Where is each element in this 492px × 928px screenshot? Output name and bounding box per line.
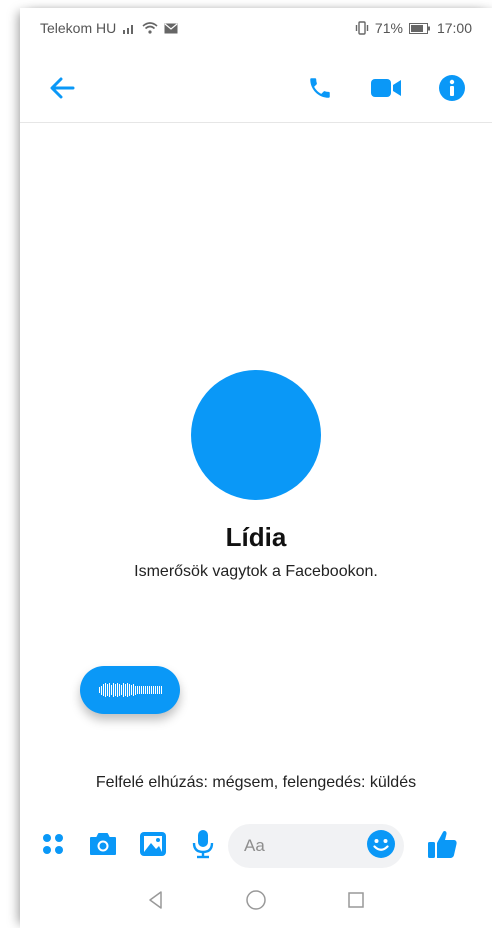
arrow-left-icon	[49, 77, 75, 104]
mail-icon	[164, 23, 178, 34]
call-button[interactable]	[302, 70, 338, 110]
phone-screen: Telekom HU 71% 17:00 Lídia Ismerősök vag…	[20, 8, 492, 928]
recording-hint: Felfelé elhúzás: mégsem, felengedés: kül…	[95, 774, 417, 791]
camera-button[interactable]	[88, 828, 118, 864]
phone-icon	[307, 75, 333, 106]
signal-icon	[122, 22, 136, 34]
nav-home-button[interactable]	[241, 887, 271, 917]
avatar[interactable]	[191, 370, 321, 500]
more-actions-button[interactable]	[38, 828, 68, 864]
status-left: Telekom HU	[40, 20, 178, 36]
friendship-note: Ismerősök vagytok a Facebookon.	[134, 563, 378, 580]
circle-home-icon	[245, 889, 267, 916]
carrier-label: Telekom HU	[40, 20, 117, 36]
video-camera-icon	[370, 77, 402, 104]
wifi-icon	[142, 22, 158, 34]
nav-back-button[interactable]	[141, 887, 171, 917]
system-nav-bar	[20, 880, 492, 924]
conversation-header	[20, 58, 492, 123]
status-right: 71% 17:00	[355, 20, 472, 36]
info-button[interactable]	[434, 70, 470, 110]
battery-icon	[408, 22, 431, 34]
info-icon	[438, 74, 466, 107]
nav-recents-button[interactable]	[341, 887, 371, 917]
back-button[interactable]	[42, 70, 82, 110]
contact-profile: Lídia Ismerősök vagytok a Facebookon.	[20, 370, 492, 581]
status-bar: Telekom HU 71% 17:00	[20, 8, 492, 48]
image-icon	[139, 831, 167, 862]
clock: 17:00	[436, 20, 472, 36]
voice-message-button[interactable]	[188, 828, 218, 864]
battery-percent: 71%	[374, 20, 403, 36]
like-button[interactable]	[424, 828, 460, 864]
square-recents-icon	[346, 890, 366, 915]
message-placeholder: Aa	[244, 836, 265, 855]
waveform-icon	[98, 683, 162, 697]
video-call-button[interactable]	[368, 70, 404, 110]
camera-icon	[88, 831, 118, 862]
vibrate-icon	[355, 21, 369, 35]
smiley-icon[interactable]	[366, 829, 396, 864]
microphone-icon	[192, 829, 214, 864]
contact-name: Lídia	[225, 522, 287, 552]
triangle-back-icon	[146, 890, 166, 915]
four-dots-icon	[41, 832, 65, 861]
message-composer: Aa	[20, 820, 492, 872]
voice-recording-bubble[interactable]	[80, 666, 180, 714]
thumbs-up-icon	[426, 828, 458, 865]
gallery-button[interactable]	[138, 828, 168, 864]
header-actions	[302, 70, 470, 110]
message-input[interactable]: Aa	[228, 824, 404, 868]
